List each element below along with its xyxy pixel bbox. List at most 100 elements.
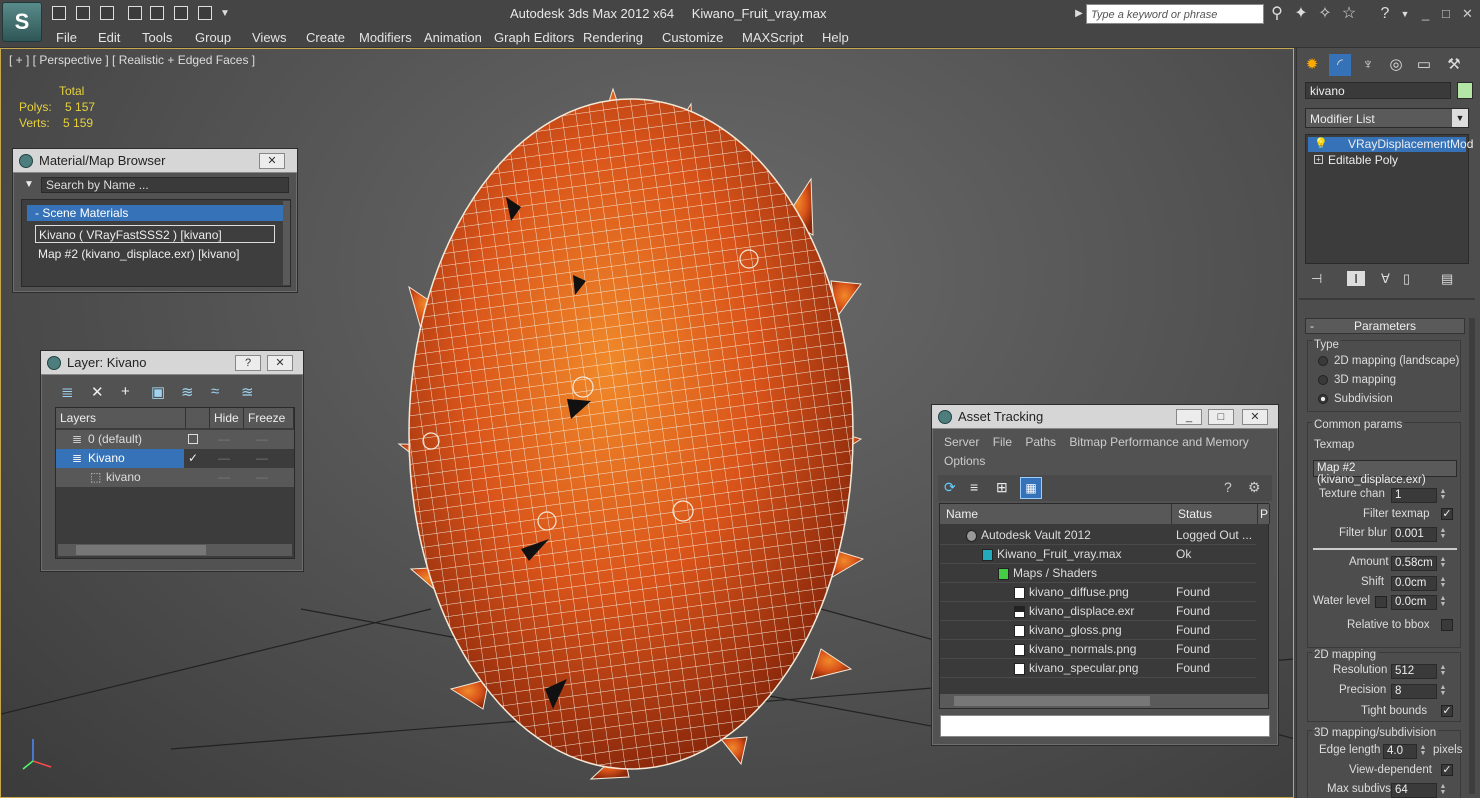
asset-path-field[interactable] [940, 715, 1270, 737]
asset-horizontal-scrollbar[interactable] [940, 694, 1268, 708]
current-layer-box[interactable] [188, 434, 198, 444]
scene-materials-group[interactable]: - Scene Materials [27, 205, 283, 221]
freeze-toggle[interactable]: — [256, 451, 268, 465]
menu-customize[interactable]: Customize [662, 30, 723, 45]
amount-spinner[interactable]: 0.58cm ▲ ▼ [1391, 556, 1446, 571]
hide-toggle[interactable]: — [218, 451, 230, 465]
asset-row[interactable]: kivano_gloss.png Found [940, 621, 1256, 640]
path-column-header[interactable]: P [1258, 504, 1270, 524]
material-list-scrollbar[interactable] [283, 201, 290, 285]
texmap-button[interactable]: Map #2 (kivano_displace.exr) [1313, 460, 1457, 486]
menu-graph-editors[interactable]: Graph Editors [494, 30, 574, 45]
material-browser-titlebar[interactable]: Material/Map Browser ✕ [13, 149, 297, 173]
menu-edit[interactable]: Edit [98, 30, 120, 45]
table-view-icon[interactable]: ▦ [1020, 477, 1042, 499]
max-subdivs-spinner[interactable]: 64 ▲ ▼ [1391, 783, 1446, 798]
asset-row[interactable]: kivano_displace.exr Found [940, 602, 1256, 621]
layer-help-button[interactable]: ? [235, 355, 261, 371]
configure-sets-icon[interactable]: ▤ [1441, 271, 1453, 287]
options-dropdown-icon[interactable]: ▼ [21, 177, 37, 193]
delete-layer-icon[interactable]: ✕ [91, 383, 104, 401]
hierarchy-tab-icon[interactable]: ♆ [1357, 54, 1379, 76]
current-layer-check-icon[interactable]: ✓ [188, 451, 198, 465]
hide-column-header[interactable]: Hide [210, 408, 244, 428]
menu-modifiers[interactable]: Modifiers [359, 30, 412, 45]
asset-close-button[interactable]: ✕ [1242, 409, 1268, 425]
asset-menu-bitmap[interactable]: Bitmap Performance and Memory [1069, 435, 1248, 449]
chevron-down-icon[interactable]: ▼ [1452, 109, 1468, 127]
asset-row[interactable]: kivano_diffuse.png Found [940, 583, 1256, 602]
radio-subdivision[interactable]: Subdivision [1318, 393, 1393, 405]
water-level-spinner[interactable]: 0.0cm ▲ ▼ [1391, 595, 1446, 610]
relative-bbox-checkbox[interactable] [1441, 619, 1453, 631]
asset-menu-paths[interactable]: Paths [1025, 435, 1056, 449]
freeze-column-header[interactable]: Freeze [244, 408, 294, 428]
filter-blur-spinner[interactable]: 0.001 ▲ ▼ [1391, 527, 1446, 542]
shift-spinner[interactable]: 0.0cm ▲ ▼ [1391, 576, 1446, 591]
menu-group[interactable]: Group [195, 30, 231, 45]
layer-row[interactable]: ⬚ kivano — — [56, 468, 294, 487]
lightbulb-icon[interactable]: 💡 [1314, 137, 1328, 150]
asset-tracking-titlebar[interactable]: Asset Tracking _ □ ✕ [932, 405, 1278, 429]
radio-2d-mapping[interactable]: 2D mapping (landscape) [1318, 355, 1459, 367]
tree-view-icon[interactable]: ⊞ [996, 479, 1008, 496]
create-tab-icon[interactable]: ✹ [1301, 54, 1323, 76]
asset-menu-options[interactable]: Options [944, 454, 985, 468]
highlight-layer-icon[interactable]: ≋ [181, 383, 194, 401]
save-file-icon[interactable] [100, 6, 114, 20]
layers-column-header[interactable]: Layers [56, 408, 186, 428]
refresh-icon[interactable]: ⟳ [944, 479, 956, 496]
object-name-field[interactable]: kivano [1305, 82, 1451, 99]
maximize-icon[interactable]: □ [1442, 6, 1450, 21]
freeze-toggle[interactable]: — [256, 432, 268, 446]
layer-dialog-titlebar[interactable]: Layer: Kivano ? ✕ [41, 351, 303, 375]
menu-create[interactable]: Create [306, 30, 345, 45]
minimize-icon[interactable]: _ [1422, 6, 1429, 21]
resolution-spinner[interactable]: 512 ▲ ▼ [1391, 664, 1446, 679]
asset-row[interactable]: kivano_specular.png Found [940, 659, 1256, 678]
asset-menu-server[interactable]: Server [944, 435, 979, 449]
stack-item-editable-poly[interactable]: + Editable Poly [1308, 153, 1466, 168]
object-color-swatch[interactable] [1457, 82, 1473, 99]
menu-file[interactable]: File [56, 30, 77, 45]
kiwano-mesh[interactable] [397, 87, 865, 789]
quick-access-dropdown-icon[interactable]: ▼ [216, 5, 234, 23]
edge-length-spinner[interactable]: 4.0 ▲ ▼ [1383, 744, 1426, 759]
tight-bounds-checkbox[interactable]: ✓ [1441, 705, 1453, 717]
settings-icon[interactable]: ⚙ [1248, 479, 1261, 496]
radio-3d-mapping[interactable]: 3D mapping [1318, 374, 1396, 386]
menu-rendering[interactable]: Rendering [583, 30, 643, 45]
menu-tools[interactable]: Tools [142, 30, 172, 45]
help-dropdown-icon[interactable]: ▼ [1396, 5, 1414, 23]
texture-chan-spinner[interactable]: 1 ▲ ▼ [1391, 488, 1446, 503]
make-unique-icon[interactable]: ∀ [1381, 271, 1390, 287]
viewport-label[interactable]: [ + ] [ Perspective ] [ Realistic + Edge… [9, 53, 255, 67]
subscription-icon[interactable]: ✦ [1292, 5, 1310, 23]
pin-stack-icon[interactable]: ⊣ [1311, 271, 1322, 287]
name-column-header[interactable]: Name [940, 504, 1172, 524]
undo-icon[interactable] [128, 6, 142, 20]
scrollbar-thumb[interactable] [76, 545, 206, 555]
fetch-icon[interactable] [198, 6, 212, 20]
asset-minimize-button[interactable]: _ [1176, 409, 1202, 425]
asset-restore-button[interactable]: □ [1208, 409, 1234, 425]
layer-horizontal-scrollbar[interactable] [58, 544, 292, 556]
favorites-star-icon[interactable]: ☆ [1340, 5, 1358, 23]
hide-all-icon[interactable]: ≈ [211, 383, 219, 400]
asset-row[interactable]: kivano_normals.png Found [940, 640, 1256, 659]
hide-toggle[interactable]: — [218, 470, 230, 484]
hide-toggle[interactable]: — [218, 432, 230, 446]
scrollbar-thumb[interactable] [954, 696, 1150, 706]
help-icon[interactable]: ? [1376, 5, 1394, 23]
open-file-icon[interactable] [76, 6, 90, 20]
material-item[interactable]: Kivano ( VRayFastSSS2 ) [kivano] [35, 225, 275, 243]
binoculars-icon[interactable]: ⚲ [1268, 5, 1286, 23]
asset-row[interactable]: Kiwano_Fruit_vray.max Ok [940, 545, 1256, 564]
expand-icon[interactable]: + [1314, 155, 1323, 164]
close-icon[interactable]: ✕ [1462, 6, 1473, 22]
command-panel-scrollbar[interactable] [1469, 318, 1475, 794]
application-button[interactable]: S [2, 2, 42, 42]
menu-views[interactable]: Views [252, 30, 286, 45]
asset-row[interactable]: Autodesk Vault 2012 Logged Out ... [940, 526, 1256, 545]
material-search-input[interactable]: Search by Name ... [41, 177, 289, 193]
